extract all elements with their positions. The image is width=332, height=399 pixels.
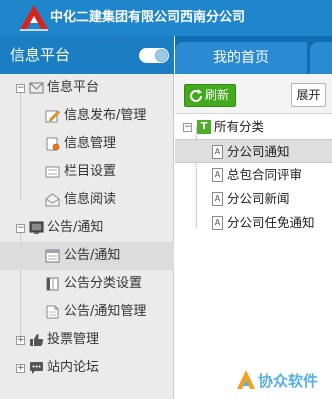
sidebar-item-notices[interactable]: 公告/通知	[0, 242, 174, 270]
sidebar-group-voting[interactable]: + 投票管理	[0, 326, 174, 354]
document-gear-icon	[46, 137, 60, 151]
sidebar-item-label: 投票管理	[47, 332, 100, 347]
sidebar-header: 信息平台	[0, 36, 174, 74]
app-header: 中化二建集团有限公司西南分公司	[0, 0, 332, 36]
tree-item-contract-review[interactable]: A 总包合同评审	[175, 163, 332, 187]
monitor-icon	[29, 221, 44, 234]
tree-item-appointment-notice[interactable]: A 分公司任免通知	[175, 211, 332, 235]
sidebar-item-label: 公告/通知	[64, 248, 121, 263]
window-icon	[45, 249, 60, 263]
tree-item-branch-news[interactable]: A 分公司新闻	[175, 187, 332, 211]
columns-icon	[45, 166, 60, 178]
edit-icon	[45, 110, 60, 123]
collapse-icon[interactable]: −	[16, 84, 25, 93]
sidebar-title: 信息平台	[10, 46, 71, 64]
envelope-open-icon	[45, 193, 60, 207]
refresh-label: 刷新	[205, 88, 230, 102]
watermark: 协众软件	[236, 367, 330, 395]
document-icon: A	[212, 192, 223, 206]
company-logo-icon	[20, 5, 48, 31]
sidebar-item-label: 信息阅读	[64, 192, 117, 207]
sidebar-toggle[interactable]	[139, 48, 169, 63]
sidebar-item-label: 公告/通知管理	[64, 304, 147, 319]
tree-item-label: 分公司新闻	[227, 191, 290, 206]
mail-icon	[29, 82, 44, 94]
sidebar-group-forum[interactable]: + 站内论坛	[0, 354, 174, 382]
tree-item-label: 分公司任免通知	[227, 215, 315, 230]
tab-overflow	[310, 42, 332, 74]
category-tree: − T 所有分类 A 分公司通知 A 总包合同评审 A 分公司新闻 A 分公司任…	[175, 115, 332, 235]
document-icon: A	[212, 216, 223, 230]
toggle-knob	[155, 49, 168, 62]
tree-item-label: 分公司通知	[227, 144, 290, 159]
tab-home[interactable]: 我的首页	[175, 42, 307, 74]
sidebar-item-notice-categories[interactable]: 公告分类设置	[0, 270, 174, 298]
tab-bar: 我的首页	[175, 36, 332, 74]
chat-icon	[30, 362, 43, 374]
expand-icon[interactable]: +	[16, 336, 25, 345]
tree-root-label: 所有分类	[214, 119, 265, 134]
expand-icon[interactable]: +	[16, 364, 25, 373]
collapse-icon[interactable]: −	[16, 224, 25, 233]
sidebar-item-label: 站内论坛	[47, 360, 100, 375]
root-category-icon: T	[197, 120, 211, 134]
refresh-button[interactable]: 刷新	[184, 84, 236, 107]
document-icon: A	[212, 168, 223, 182]
document-icon: A	[212, 145, 223, 159]
sidebar-item-label: 公告/通知	[47, 220, 104, 235]
sidebar-item-column-settings[interactable]: 栏目设置	[0, 158, 174, 186]
sidebar-item-label: 栏目设置	[64, 164, 117, 179]
tab-label: 我的首页	[213, 50, 269, 66]
sidebar-item-notice-manage[interactable]: 公告/通知管理	[0, 298, 174, 326]
watermark-logo-icon	[237, 370, 255, 389]
tree-root[interactable]: − T 所有分类	[175, 115, 332, 139]
tree-item-branch-notice[interactable]: A 分公司通知	[175, 139, 332, 163]
toolbar: 刷新 展开	[175, 74, 332, 114]
sidebar-item-info-read[interactable]: 信息阅读	[0, 186, 174, 214]
book-icon	[46, 277, 59, 291]
thumbs-up-icon	[30, 334, 44, 346]
sidebar-item-label: 公告分类设置	[64, 276, 143, 291]
collapse-icon[interactable]: −	[183, 123, 192, 132]
sidebar-group-info-platform[interactable]: − 信息平台	[0, 74, 174, 102]
sidebar: 信息平台 − 信息平台 信息发布/管理 信息管理 栏目设置 信息阅读 − 公告/…	[0, 36, 174, 399]
sidebar-item-label: 信息管理	[64, 136, 117, 151]
expand-button[interactable]: 展开	[291, 83, 326, 107]
sidebar-item-label: 信息平台	[47, 80, 100, 95]
nav-tree: − 信息平台 信息发布/管理 信息管理 栏目设置 信息阅读 − 公告/通知 公告…	[0, 74, 174, 382]
document-icon	[46, 305, 59, 319]
sidebar-item-info-manage[interactable]: 信息管理	[0, 130, 174, 158]
tree-item-label: 总包合同评审	[227, 167, 303, 182]
refresh-icon	[190, 89, 202, 102]
sidebar-group-notices[interactable]: − 公告/通知	[0, 214, 174, 242]
sidebar-item-publish[interactable]: 信息发布/管理	[0, 102, 174, 130]
company-name: 中化二建集团有限公司西南分公司	[50, 10, 246, 25]
sidebar-item-label: 信息发布/管理	[64, 108, 147, 123]
watermark-text: 协众软件	[258, 372, 319, 390]
